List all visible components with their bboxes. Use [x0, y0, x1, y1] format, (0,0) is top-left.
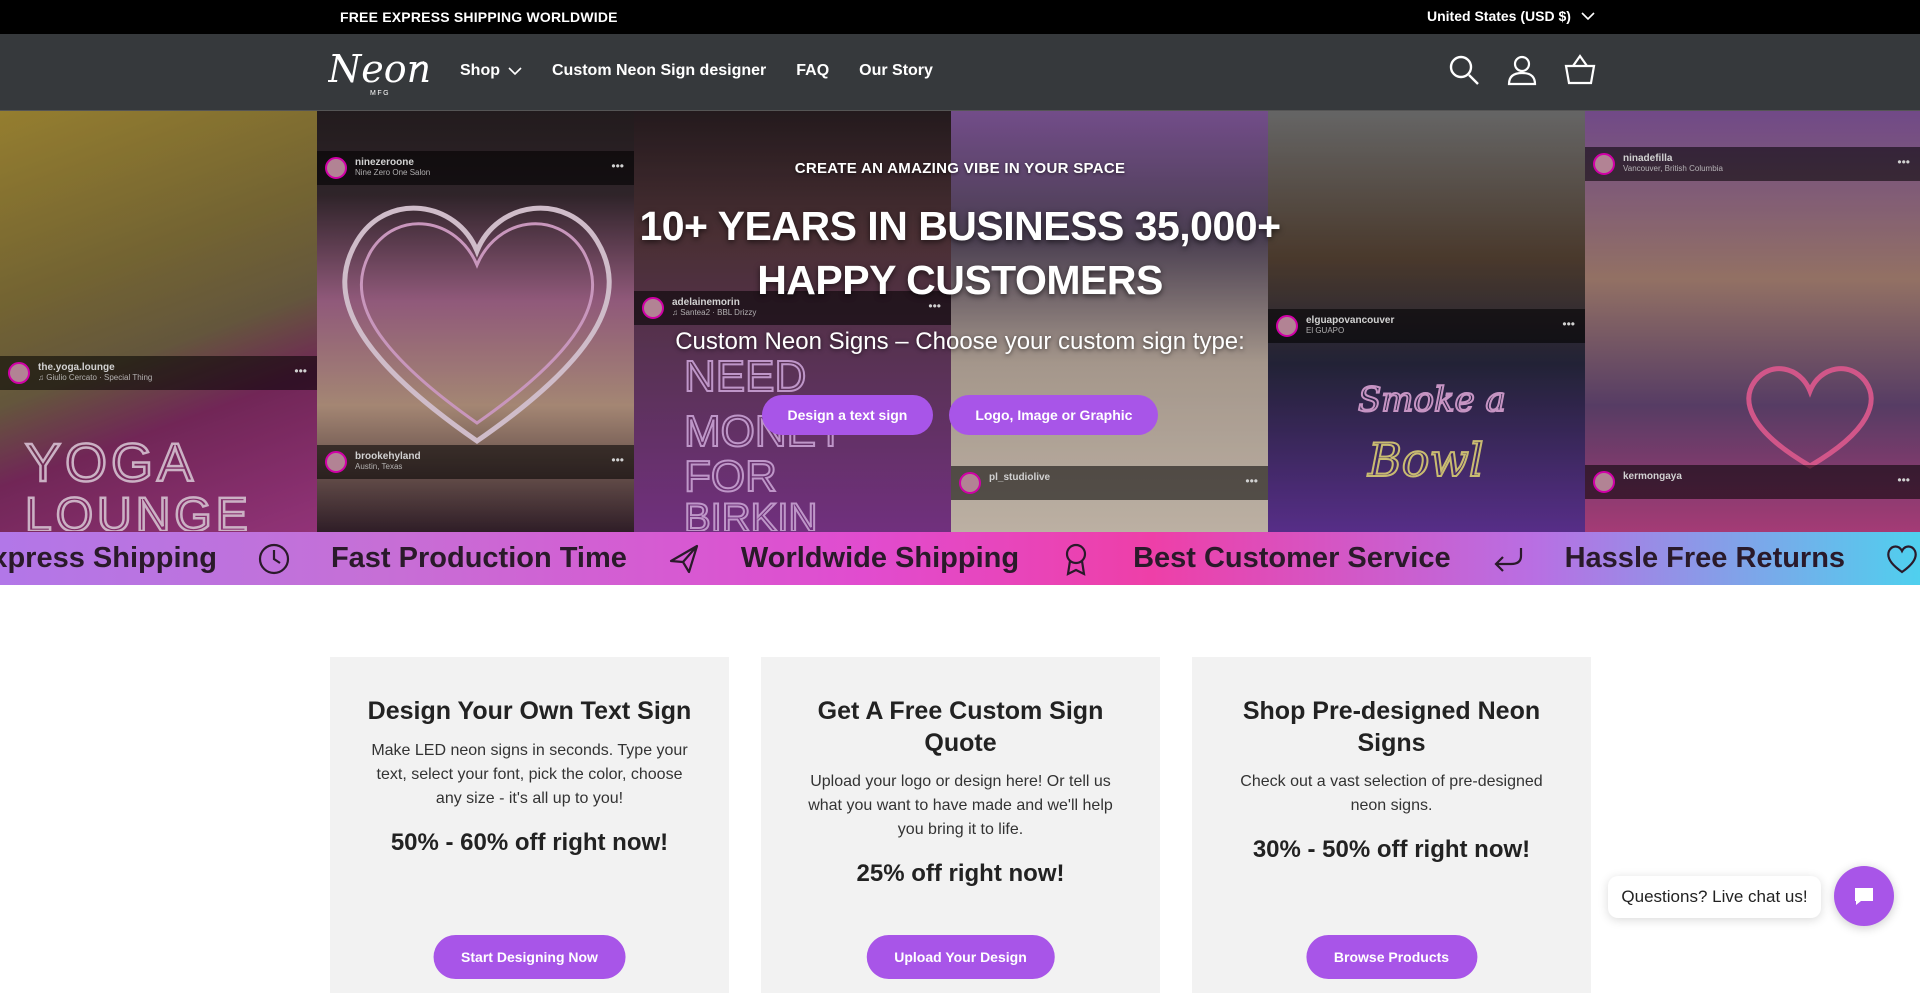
nav-faq[interactable]: FAQ — [796, 62, 829, 80]
country-selector[interactable]: United States (USD $) — [1427, 8, 1595, 24]
design-text-sign-button[interactable]: Design a text sign — [761, 395, 934, 435]
hero-eyebrow: CREATE AN AMAZING VIBE IN YOUR SPACE — [794, 160, 1126, 177]
logo-subtext: MFG — [370, 90, 390, 97]
upload-design-button[interactable]: Upload Your Design — [866, 935, 1055, 979]
start-designing-button[interactable]: Start Designing Now — [433, 935, 626, 979]
marquee-label: Hassle Free Returns — [1564, 542, 1846, 574]
return-arrow-icon — [1494, 547, 1522, 572]
marquee-item: Best Customer Service — [1133, 542, 1565, 576]
marquee-label: Worldwide Shipping — [740, 542, 1020, 574]
card-custom-quote: Get A Free Custom Sign Quote Upload your… — [761, 657, 1160, 993]
chat-icon — [1855, 888, 1873, 905]
marquee-item: Express Shipping — [0, 542, 331, 576]
nav-our-story[interactable]: Our Story — [859, 62, 933, 80]
features-marquee: Express Shipping Fast Production Time Wo… — [0, 532, 1920, 585]
header-icons — [1448, 54, 1596, 86]
nav-shop-label: Shop — [460, 62, 500, 79]
account-icon[interactable] — [1506, 54, 1538, 86]
shipping-announcement: FREE EXPRESS SHIPPING WORLDWIDE — [340, 9, 618, 25]
marquee-item: Fast Production Time — [331, 542, 741, 576]
card-title: Get A Free Custom Sign Quote — [817, 697, 1104, 757]
hero-subline: Custom Neon Signs – Choose your custom s… — [675, 328, 1245, 355]
card-description: Upload your logo or design here! Or tell… — [808, 773, 1113, 838]
nav-custom-designer-label: Custom Neon Sign designer — [552, 62, 767, 79]
marquee-label: Fast Production Time — [330, 542, 627, 574]
marquee-label: Express Shipping — [0, 542, 217, 574]
main-nav: Shop Custom Neon Sign designer FAQ Our S… — [460, 62, 933, 80]
hero-section: the.yoga.lounge ♫ Giulio Cercato · Speci… — [0, 111, 1920, 532]
browse-products-button[interactable]: Browse Products — [1305, 935, 1478, 979]
hero-headline: 10+ YEARS IN BUSINESS 35,000+ HAPPY CUST… — [639, 203, 1281, 303]
nav-custom-designer[interactable]: Custom Neon Sign designer — [552, 62, 766, 80]
card-description: Make LED neon signs in seconds. Type you… — [371, 742, 688, 807]
marquee-item: Hassle Free Returns — [1565, 542, 1920, 576]
chevron-down-icon — [1581, 12, 1595, 21]
search-icon[interactable] — [1448, 54, 1480, 86]
marquee-item: Worldwide Shipping — [741, 542, 1133, 576]
logo-image-graphic-button[interactable]: Logo, Image or Graphic — [949, 395, 1159, 435]
card-text-sign: Design Your Own Text Sign Make LED neon … — [330, 657, 729, 993]
chat-prompt[interactable]: Questions? Live chat us! — [1608, 876, 1821, 918]
site-header: Neon MFG Shop Custom Neon Sign designer … — [0, 34, 1920, 111]
chat-prompt-label: Questions? Live chat us! — [1621, 887, 1808, 906]
nav-shop[interactable]: Shop — [460, 62, 522, 80]
card-offer: 30% - 50% off right now! — [1252, 836, 1531, 863]
chevron-down-icon — [508, 67, 522, 76]
card-predesigned: Shop Pre-designed Neon Signs Check out a… — [1192, 657, 1591, 993]
site-logo[interactable]: Neon MFG — [327, 47, 432, 98]
nav-our-story-label: Our Story — [859, 62, 933, 79]
cart-icon[interactable] — [1564, 54, 1596, 86]
announcement-bar: FREE EXPRESS SHIPPING WORLDWIDE United S… — [0, 0, 1920, 34]
card-description: Check out a vast selection of pre-design… — [1240, 773, 1543, 814]
plane-icon — [669, 544, 699, 573]
clock-icon — [258, 543, 290, 574]
country-label: United States (USD $) — [1427, 8, 1571, 24]
card-offer: 50% - 60% off right now! — [390, 829, 669, 856]
card-offer: 25% off right now! — [856, 860, 1065, 887]
award-icon — [1065, 543, 1087, 576]
card-title: Shop Pre-designed Neon Signs — [1242, 697, 1541, 757]
marquee-label: Best Customer Service — [1133, 542, 1451, 574]
card-title: Design Your Own Text Sign — [367, 697, 692, 725]
logo-text: Neon — [328, 48, 431, 91]
nav-faq-label: FAQ — [796, 62, 830, 79]
live-chat-button[interactable] — [1834, 866, 1894, 926]
hero-buttons: Design a text sign Logo, Image or Graphi… — [0, 395, 1920, 435]
heart-icon — [1887, 544, 1917, 573]
marquee-track: Express Shipping Fast Production Time Wo… — [0, 532, 1920, 585]
